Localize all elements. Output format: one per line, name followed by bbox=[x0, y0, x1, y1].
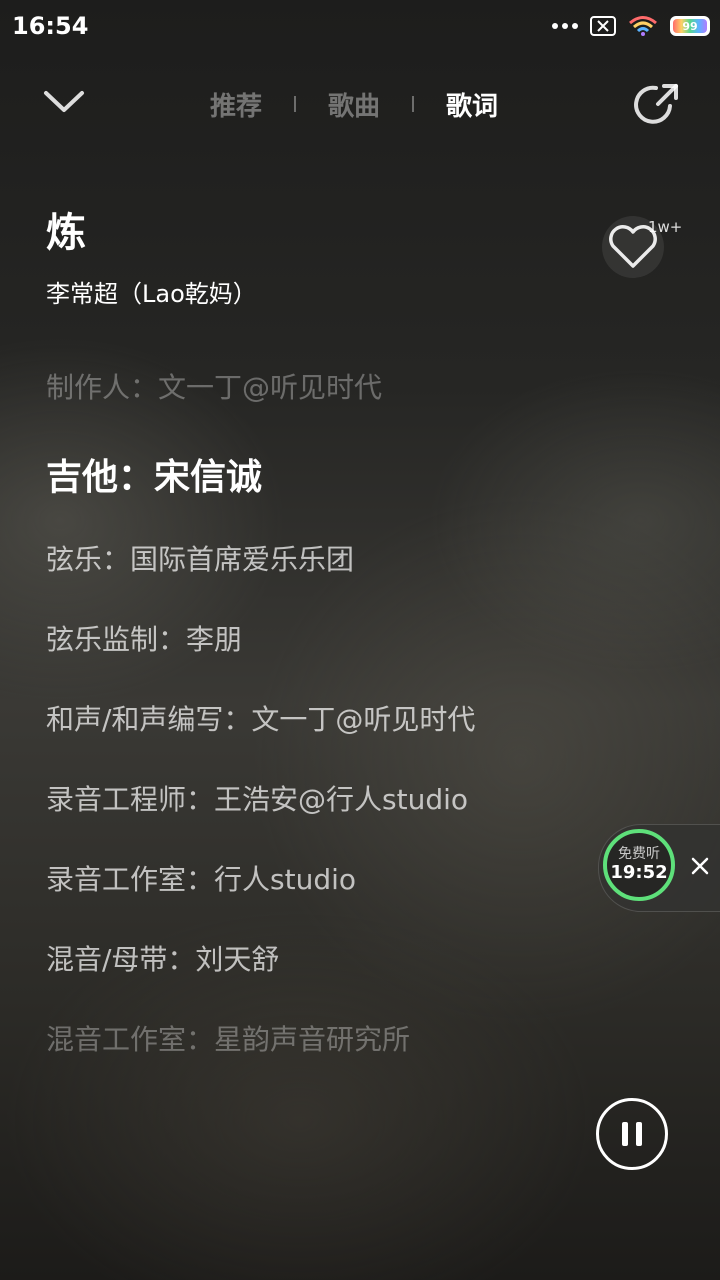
share-icon bbox=[634, 84, 678, 124]
song-title: 炼 bbox=[46, 210, 86, 256]
pause-button[interactable] bbox=[596, 1098, 668, 1170]
like-count: 1w+ bbox=[648, 218, 683, 236]
close-icon bbox=[691, 857, 709, 875]
free-listen-time: 19:52 bbox=[610, 862, 668, 883]
more-dots-icon bbox=[552, 23, 578, 29]
free-listen-label: 免费听 bbox=[618, 846, 660, 862]
share-button[interactable] bbox=[630, 78, 684, 132]
tab-divider bbox=[412, 96, 415, 112]
pause-icon bbox=[622, 1122, 628, 1146]
battery-level: 99 bbox=[673, 19, 707, 33]
free-listen-close-button[interactable] bbox=[685, 851, 715, 881]
wifi-icon bbox=[629, 16, 657, 36]
tab-bar: 推荐 歌曲 歌词 bbox=[200, 82, 508, 126]
lyric-line[interactable]: 和声/和声编写：文一丁@听见时代 bbox=[46, 698, 475, 738]
lyric-line[interactable]: 弦乐：国际首席爱乐乐团 bbox=[46, 538, 354, 578]
tab-song[interactable]: 歌曲 bbox=[318, 86, 390, 123]
tab-recommend[interactable]: 推荐 bbox=[200, 86, 272, 123]
free-listen-timer[interactable]: 免费听 19:52 bbox=[603, 829, 675, 901]
lyric-line[interactable]: 弦乐监制：李朋 bbox=[46, 618, 242, 658]
lyric-line[interactable]: 录音工作室：行人studio bbox=[46, 858, 356, 898]
lyric-line[interactable]: 录音工程师：王浩安@行人studio bbox=[46, 778, 468, 818]
lyric-line[interactable]: 混音/母带：刘天舒 bbox=[46, 938, 279, 978]
sim-off-icon bbox=[590, 16, 616, 36]
tab-lyrics[interactable]: 歌词 bbox=[436, 86, 508, 123]
collapse-button[interactable] bbox=[36, 78, 92, 126]
status-time: 16:54 bbox=[12, 12, 89, 40]
lyric-line[interactable]: 制作人：文一丁@听见时代 bbox=[46, 366, 382, 406]
lyric-line-current[interactable]: 吉他：宋信诚 bbox=[46, 448, 262, 500]
battery-icon: 99 bbox=[670, 16, 710, 36]
song-artist[interactable]: 李常超（Lao乾妈） bbox=[46, 274, 257, 309]
free-listen-widget[interactable]: 免费听 19:52 bbox=[598, 824, 720, 912]
status-bar: 16:54 99 bbox=[0, 0, 720, 52]
chevron-down-icon bbox=[44, 91, 84, 112]
status-icons: 99 bbox=[552, 14, 710, 38]
tab-divider bbox=[294, 96, 297, 112]
lyric-line[interactable]: 混音工作室：星韵声音研究所 bbox=[46, 1018, 410, 1058]
